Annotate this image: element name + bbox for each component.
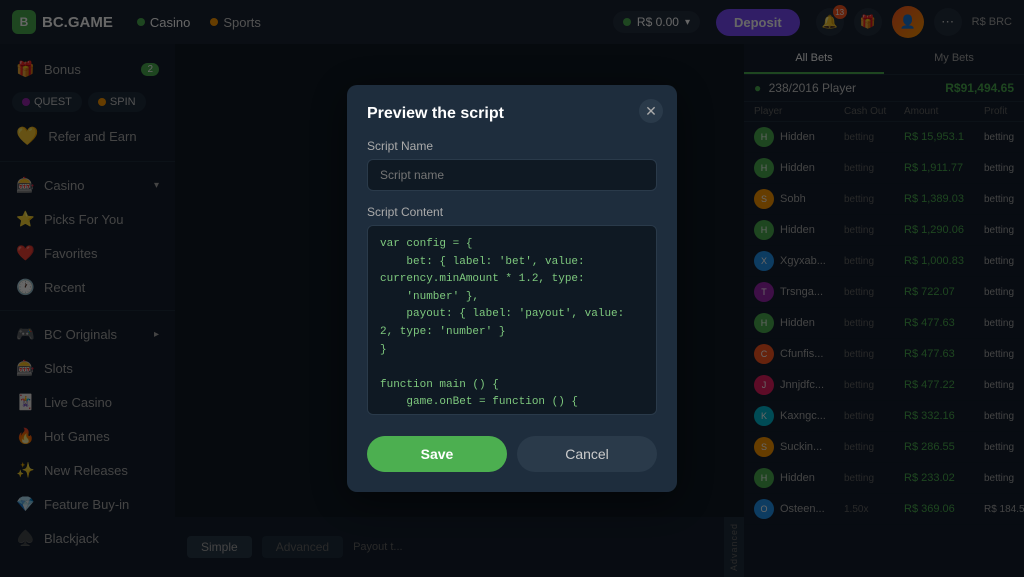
cancel-button[interactable]: Cancel	[517, 436, 657, 472]
script-name-label: Script Name	[367, 139, 657, 153]
script-content-input[interactable]	[367, 225, 657, 415]
modal-footer: Save Cancel	[367, 436, 657, 472]
script-preview-modal: Preview the script ✕ Script Name Script …	[347, 85, 677, 492]
modal-overlay: Preview the script ✕ Script Name Script …	[0, 0, 1024, 577]
script-content-label: Script Content	[367, 205, 657, 219]
modal-close-button[interactable]: ✕	[639, 99, 663, 123]
modal-title: Preview the script	[367, 105, 657, 123]
save-button[interactable]: Save	[367, 436, 507, 472]
script-name-input[interactable]	[367, 159, 657, 191]
